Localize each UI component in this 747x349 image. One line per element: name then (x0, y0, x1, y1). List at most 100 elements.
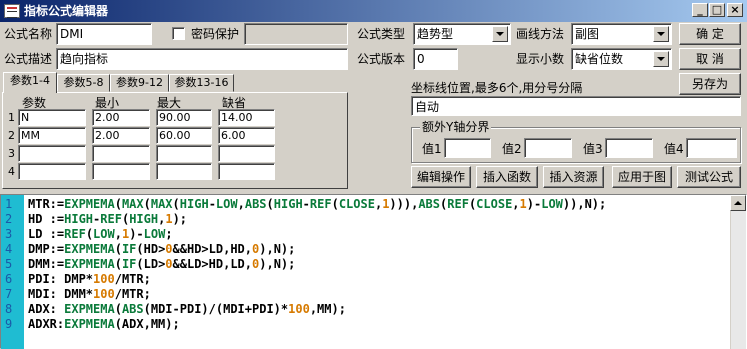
scroll-up-arrow-icon[interactable] (730, 195, 746, 211)
minimize-button[interactable]: _ (692, 3, 708, 17)
tab-params-9-12[interactable]: 参数9-12 (110, 74, 169, 92)
code-line[interactable]: LD :=REF(LOW,1)-LOW; (28, 227, 173, 242)
line-number: 3 (5, 227, 13, 241)
code-function-token: LOW (215, 197, 238, 211)
extra-value-field[interactable] (444, 138, 491, 158)
line-number: 6 (5, 272, 13, 286)
code-line[interactable]: ADX: EXPMEMA(ABS(MDI-PDI)/(MDI+PDI)*100,… (28, 302, 346, 317)
code-text-token: ( (85, 227, 94, 241)
param-row-number: 2 (8, 129, 15, 142)
code-text-token: )- (526, 197, 542, 211)
tab-params-5-8[interactable]: 参数5-8 (57, 74, 110, 92)
code-text-token: (LD> (136, 257, 166, 271)
edit-actions-button[interactable]: 编辑操作 (411, 166, 471, 188)
code-function-token: IF (121, 257, 137, 271)
extra-value-label: 值2 (502, 142, 522, 156)
insert-resource-button[interactable]: 插入资源 (543, 166, 604, 188)
draw-select[interactable]: 副图 (571, 23, 672, 45)
code-text-token: ADX: (28, 302, 65, 316)
decimals-select[interactable]: 缺省位数 (571, 48, 672, 70)
axis-position-field[interactable]: 自动 (411, 96, 741, 116)
param-max-field[interactable]: 90.00 (156, 109, 212, 126)
extra-value-field[interactable] (686, 138, 737, 158)
param-max-field[interactable]: 60.00 (156, 127, 212, 144)
code-line[interactable]: MDI: DMM*100/MTR; (28, 287, 151, 302)
code-function-token: CLOSE (338, 197, 375, 211)
code-function-token: REF (447, 197, 469, 211)
code-function-token: CLOSE (476, 197, 513, 211)
cancel-button[interactable]: 取 消 (679, 48, 741, 70)
extra-value-field[interactable] (605, 138, 653, 158)
code-function-token: MAX (121, 197, 144, 211)
maximize-button[interactable]: □ (709, 3, 725, 17)
line-number: 7 (5, 287, 13, 301)
ok-button[interactable]: 确 定 (679, 23, 741, 45)
code-text-token: ( (114, 302, 122, 316)
code-function-token: EXPMEMA (64, 257, 115, 271)
code-line[interactable]: HD :=HIGH-REF(HIGH,1); (28, 212, 187, 227)
param-min-field[interactable] (92, 163, 150, 180)
apply-to-chart-button[interactable]: 应用于图 (612, 166, 672, 188)
code-text-token: DMM:= (28, 257, 65, 271)
decimals-label: 显示小数 (516, 52, 565, 66)
code-text-token: ; (165, 227, 173, 241)
code-text-token: ,MM); (309, 302, 346, 316)
chevron-down-icon[interactable] (653, 51, 669, 67)
code-text-token: ( (331, 197, 339, 211)
param-name-field[interactable]: N (18, 109, 86, 126)
param-name-field[interactable] (18, 145, 86, 162)
param-min-field[interactable]: 2.00 (92, 109, 150, 126)
version-label: 公式版本 (357, 52, 406, 66)
code-text-token: /MTR; (114, 272, 151, 286)
code-text-token: , (512, 197, 520, 211)
param-max-field[interactable] (156, 163, 212, 180)
param-name-field[interactable]: MM (18, 127, 86, 144)
code-function-token: EXPMEMA (64, 317, 115, 331)
param-min-field[interactable]: 2.00 (92, 127, 150, 144)
code-function-token: EXPMEMA (64, 302, 115, 316)
code-function-token: LOW (143, 227, 166, 241)
code-text-token: ADXR: (28, 317, 65, 331)
param-default-field[interactable] (218, 163, 275, 180)
chevron-down-icon[interactable] (492, 26, 508, 42)
insert-function-button[interactable]: 插入函数 (476, 166, 538, 188)
password-field[interactable] (244, 23, 348, 45)
tab-params-1-4[interactable]: 参数1-4 (3, 72, 57, 93)
code-text-token: ( (114, 242, 122, 256)
code-line[interactable]: PDI: DMP*100/MTR; (28, 272, 151, 287)
code-text-token: - (208, 197, 216, 211)
line-number: 8 (5, 302, 13, 316)
axis-label: 坐标线位置,最多6个,用分号分隔 (411, 81, 583, 95)
code-line[interactable]: MTR:=EXPMEMA(MAX(MAX(HIGH-LOW,ABS(HIGH-R… (28, 197, 606, 212)
code-text-token: (MDI-PDI)/(MDI+PDI)* (143, 302, 289, 316)
close-button[interactable]: × (727, 3, 743, 17)
param-row-number: 1 (8, 111, 15, 124)
extra-value-field[interactable] (524, 138, 572, 158)
name-field[interactable]: DMI (56, 23, 152, 45)
code-line[interactable]: DMP:=EXPMEMA(IF(HD>0&&HD>LD,HD,0),N); (28, 242, 295, 257)
tab-params-13-16[interactable]: 参数13-16 (169, 74, 234, 92)
code-line[interactable]: DMM:=EXPMEMA(IF(LD>0&&LD>HD,LD,0),N); (28, 257, 295, 272)
code-function-token: REF (309, 197, 332, 211)
vertical-scrollbar[interactable] (730, 195, 746, 349)
param-name-field[interactable] (18, 163, 86, 180)
code-text-token: LD := (28, 227, 65, 241)
param-default-field[interactable]: 6.00 (218, 127, 275, 144)
param-default-field[interactable]: 14.00 (218, 109, 275, 126)
save-as-button[interactable]: 另存为 (679, 73, 741, 95)
version-field[interactable]: 0 (413, 48, 458, 70)
test-formula-button[interactable]: 测试公式 (677, 166, 741, 188)
param-default-field[interactable] (218, 145, 275, 162)
desc-field[interactable]: 趋向指标 (56, 48, 348, 70)
param-max-field[interactable] (156, 145, 212, 162)
extra-value-label: 值3 (583, 142, 603, 156)
password-checkbox[interactable] (172, 27, 185, 40)
code-text-token: - (302, 197, 310, 211)
code-text-token: , (237, 197, 245, 211)
code-text-token: &&HD>LD,HD, (172, 242, 253, 256)
type-select[interactable]: 趋势型 (413, 23, 511, 45)
param-min-field[interactable] (92, 145, 150, 162)
chevron-down-icon[interactable] (653, 26, 669, 42)
code-line[interactable]: ADXR:EXPMEMA(ADX,MM); (28, 317, 180, 332)
code-number-token: 100 (93, 287, 115, 301)
